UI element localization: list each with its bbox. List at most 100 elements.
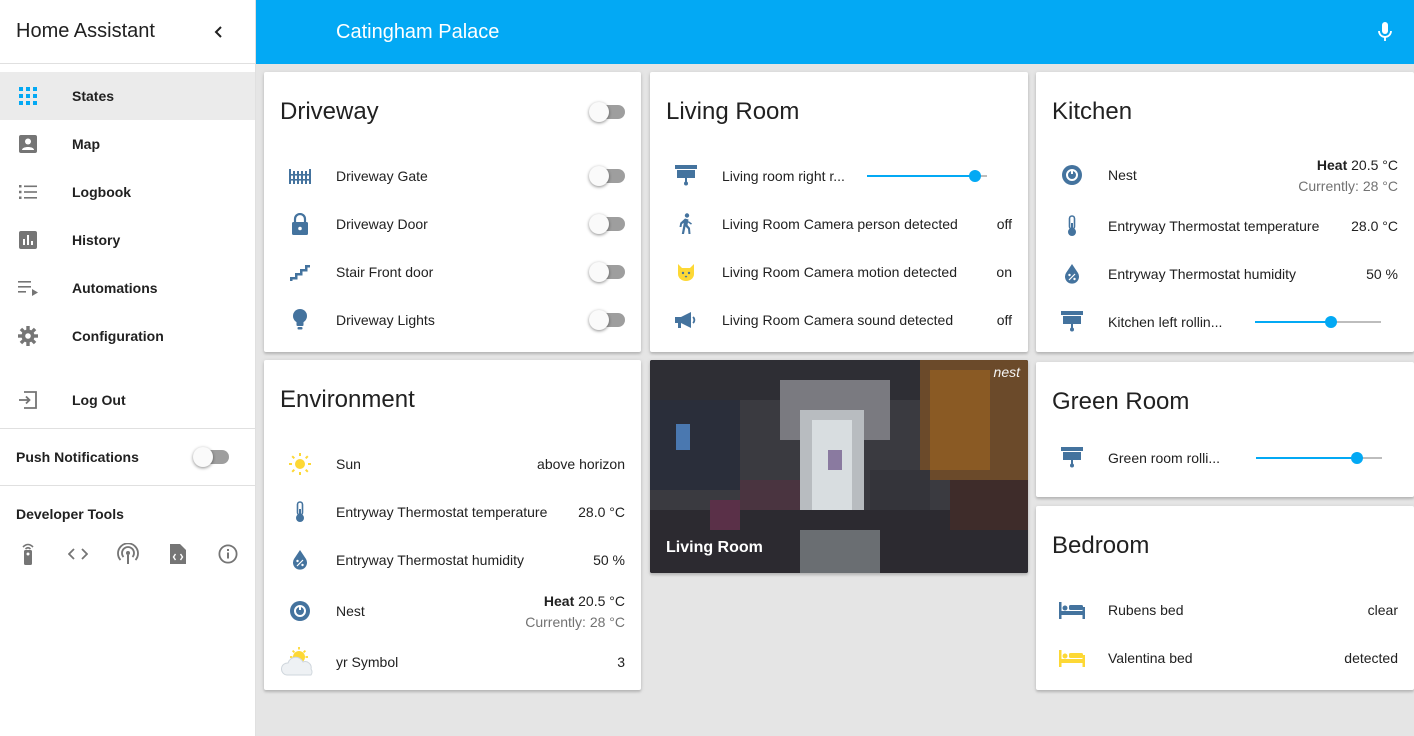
- sidebar-item-logbook[interactable]: Logbook: [0, 168, 255, 216]
- entity-state: 50 %: [593, 552, 625, 568]
- remote-icon[interactable]: [16, 542, 40, 566]
- card-header: Green Room: [1036, 362, 1414, 442]
- climate-target: 20.5 °C: [1351, 156, 1398, 173]
- entity-row[interactable]: Driveway Lights: [264, 296, 641, 344]
- sidebar-item-label: Logbook: [72, 184, 132, 200]
- microphone-button[interactable]: [1373, 20, 1397, 44]
- group-toggle[interactable]: [589, 102, 625, 122]
- entity-name: Stair Front door: [336, 264, 434, 280]
- bed-icon: [1052, 590, 1092, 630]
- entity-name: Driveway Lights: [336, 312, 435, 328]
- card-green-room: Green Room Green room rolli...: [1036, 362, 1414, 497]
- push-notifications-row: Push Notifications: [0, 429, 255, 485]
- walk-icon: [666, 204, 706, 244]
- entity-row[interactable]: Living Room Camera sound detected off: [650, 296, 1028, 344]
- entity-toggle[interactable]: [589, 214, 625, 234]
- card-driveway: Driveway Driveway Gate Driveway Door Sta…: [264, 72, 641, 352]
- entity-state: 3: [617, 654, 625, 670]
- entity-state: detected: [1344, 650, 1398, 666]
- account-box-icon: [16, 132, 40, 156]
- climate-mode: Heat: [1316, 156, 1348, 173]
- sidebar-item-automations[interactable]: Automations: [0, 264, 255, 312]
- entity-name: Entryway Thermostat temperature: [336, 504, 548, 520]
- entity-row[interactable]: Kitchen left rollin...: [1036, 298, 1414, 346]
- card-bedroom: Bedroom Rubens bed clear Valentina bed d…: [1036, 506, 1414, 690]
- lock-icon: [280, 204, 320, 244]
- position-slider[interactable]: [867, 166, 987, 186]
- stairs-icon: [280, 252, 320, 292]
- entity-row[interactable]: Entryway Thermostat temperature 28.0 °C: [264, 488, 641, 536]
- card-title: Green Room: [1052, 388, 1190, 415]
- microphone-icon: [1378, 22, 1392, 41]
- entity-toggle[interactable]: [589, 262, 625, 282]
- cat-icon: [666, 252, 706, 292]
- playlist-play-icon: [16, 276, 40, 300]
- entity-row[interactable]: Living room right r...: [650, 152, 1028, 200]
- entity-row[interactable]: Entryway Thermostat temperature 28.0 °C: [1036, 202, 1414, 250]
- entity-name: Living Room Camera motion detected: [722, 264, 958, 280]
- antenna-icon[interactable]: [116, 542, 140, 566]
- entity-row[interactable]: Valentina bed detected: [1036, 634, 1414, 682]
- window-shutter-icon: [666, 156, 706, 196]
- card-title: Environment: [280, 386, 415, 413]
- card-environment: Environment Sun above horizon Entryway T…: [264, 360, 641, 690]
- chart-box-icon: [16, 228, 40, 252]
- water-percent-icon: [1052, 254, 1092, 294]
- camera-card[interactable]: nest Living Room: [650, 360, 1028, 573]
- climate-mode: Heat: [543, 592, 575, 609]
- push-notifications-toggle[interactable]: [193, 447, 229, 467]
- entity-name: Sun: [336, 456, 361, 472]
- file-xml-icon[interactable]: [166, 542, 190, 566]
- bullhorn-icon: [666, 300, 706, 340]
- water-percent-icon: [280, 540, 320, 580]
- entity-row[interactable]: Rubens bed clear: [1036, 586, 1414, 634]
- push-notifications-label: Push Notifications: [16, 449, 139, 465]
- entity-row[interactable]: Nest Heat 20.5 °C Currently: 28 °C: [264, 584, 641, 638]
- card-kitchen: Kitchen Nest Heat 20.5 °C Currently: 28 …: [1036, 72, 1414, 352]
- sidebar-item-map[interactable]: Map: [0, 120, 255, 168]
- bed-icon: [1052, 638, 1092, 678]
- entity-row[interactable]: Living Room Camera person detected off: [650, 200, 1028, 248]
- collapse-sidebar-button[interactable]: [207, 20, 231, 44]
- entity-name: Valentina bed: [1108, 650, 1193, 666]
- card-title: Driveway: [280, 98, 379, 125]
- sun-icon: [280, 444, 320, 484]
- logout-button[interactable]: Log Out: [0, 376, 255, 424]
- entity-state: clear: [1367, 602, 1398, 618]
- climate-state: Heat 20.5 °C Currently: 28 °C: [525, 593, 625, 630]
- entity-toggle[interactable]: [589, 166, 625, 186]
- card-header: Environment: [264, 360, 641, 440]
- gate-icon: [280, 156, 320, 196]
- entity-row[interactable]: Living Room Camera motion detected on: [650, 248, 1028, 296]
- entity-row[interactable]: Green room rolli...: [1036, 434, 1414, 482]
- app-title: Home Assistant: [16, 20, 155, 42]
- entity-row[interactable]: Sun above horizon: [264, 440, 641, 488]
- entity-state: off: [996, 312, 1012, 328]
- info-icon[interactable]: [216, 542, 240, 566]
- weather-partly-cloudy-icon: [280, 642, 320, 682]
- entity-row[interactable]: Driveway Gate: [264, 152, 641, 200]
- entity-row[interactable]: Entryway Thermostat humidity 50 %: [264, 536, 641, 584]
- entity-toggle[interactable]: [589, 310, 625, 330]
- position-slider[interactable]: [1255, 312, 1381, 332]
- entity-row[interactable]: Entryway Thermostat humidity 50 %: [1036, 250, 1414, 298]
- entity-row[interactable]: yr Symbol 3: [264, 638, 641, 686]
- entity-row[interactable]: Driveway Door: [264, 200, 641, 248]
- sidebar-item-label: Automations: [72, 280, 158, 296]
- entity-row[interactable]: Stair Front door: [264, 248, 641, 296]
- code-tags-icon[interactable]: [66, 542, 90, 566]
- gear-icon: [16, 324, 40, 348]
- sidebar-item-states[interactable]: States: [0, 72, 255, 120]
- sidebar-item-configuration[interactable]: Configuration: [0, 312, 255, 360]
- card-header: Living Room: [650, 72, 1028, 152]
- entity-state: 28.0 °C: [578, 504, 625, 520]
- format-list-bulleted-icon: [16, 180, 40, 204]
- entity-row[interactable]: Nest Heat 20.5 °C Currently: 28 °C: [1036, 148, 1414, 202]
- climate-state: Heat 20.5 °C Currently: 28 °C: [1298, 157, 1398, 194]
- lightbulb-icon: [280, 300, 320, 340]
- card-header: Kitchen: [1036, 72, 1414, 152]
- sidebar-item-history[interactable]: History: [0, 216, 255, 264]
- entity-name: Driveway Door: [336, 216, 428, 232]
- entity-state: on: [996, 264, 1012, 280]
- position-slider[interactable]: [1256, 448, 1382, 468]
